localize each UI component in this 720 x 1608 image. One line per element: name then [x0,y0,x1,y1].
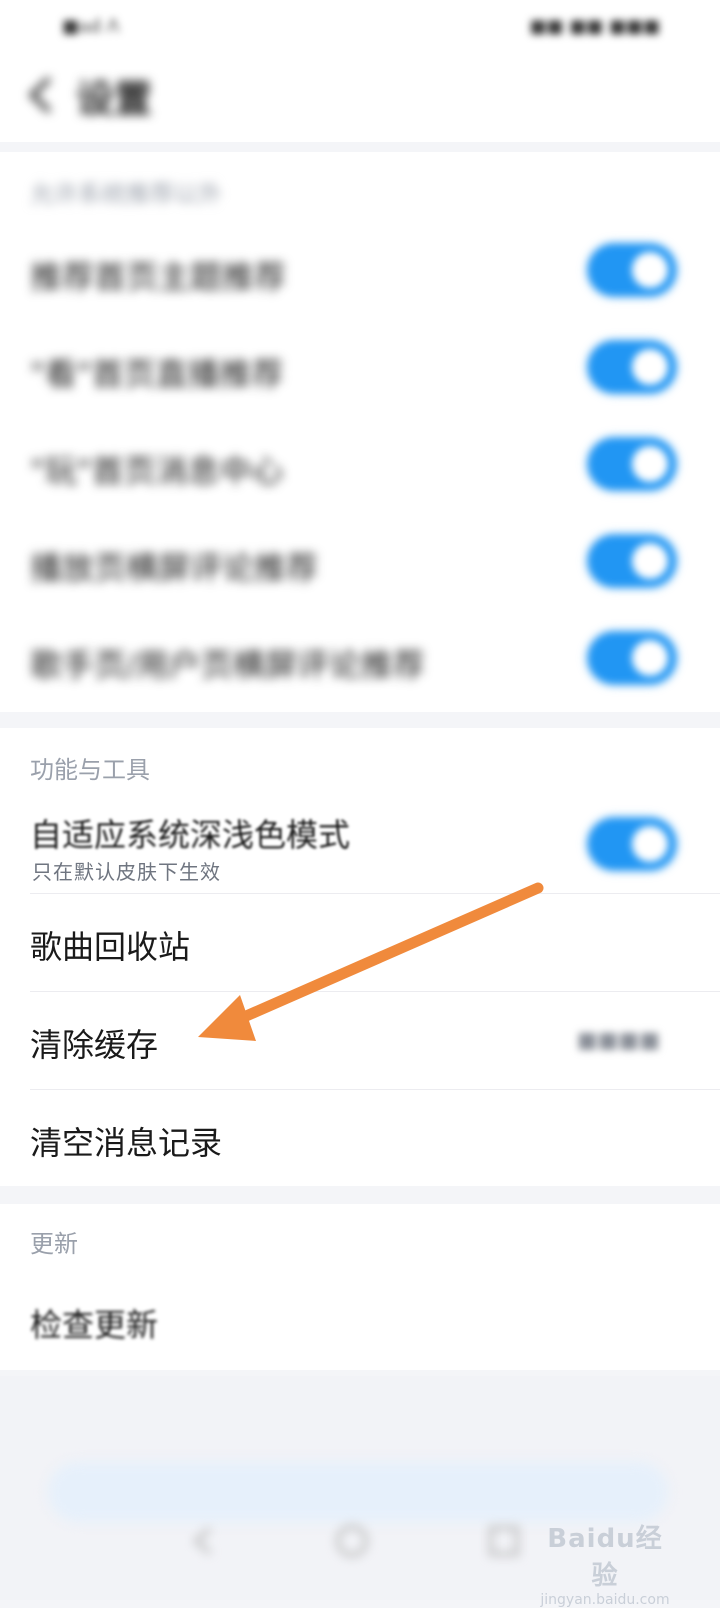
system-home-icon[interactable] [332,1521,372,1561]
section-tools: 功能与工具 自适应系统深浅色模式 只在默认皮肤下生效 歌曲回收站 清除缓存 ■■… [0,728,720,1186]
setting-label: 清空消息记录 [30,1124,223,1162]
setting-row-play-message-center[interactable]: "玩"首页消息中心 [0,416,720,513]
setting-label: 清除缓存 [30,1026,159,1064]
system-recents-icon[interactable] [484,1521,524,1561]
page-title: 设置 [76,76,153,121]
setting-row-song-recycle-bin[interactable]: 歌曲回收站 [0,894,720,991]
status-right: ■■ ■■ ■■■ [529,16,661,37]
toggle-switch[interactable] [588,244,676,296]
cache-size-value: ■■■■ [576,1028,660,1053]
toggle-switch[interactable] [588,341,676,393]
system-back-icon[interactable] [184,1521,224,1561]
status-bar: ■ad ᐱ ■■ ■■ ■■■ [0,0,720,52]
baidu-jingyan-watermark: Baidu经验 jingyan.baidu.com [540,1518,670,1608]
section-personalization: 允许系统推荐以外 推荐首页主题推荐 "看"首页直播推荐 "玩"首页消息中心 播放… [0,152,720,712]
setting-row-player-comment-recommend[interactable]: 播放页横屏评论推荐 [0,513,720,610]
setting-label: "玩"首页消息中心 [30,452,284,490]
toggle-switch[interactable] [588,438,676,490]
setting-label: 播放页横屏评论推荐 [30,549,319,587]
watermark-logo: Baidu经验 [547,1524,663,1591]
setting-label: 检查更新 [30,1306,159,1344]
setting-label: 推荐首页主题推荐 [30,258,287,296]
section-header-tools: 功能与工具 [30,756,150,784]
toggle-knob [632,252,668,288]
setting-label: 歌手页/用户页横屏评论推荐 [30,646,425,684]
setting-row-homepage-recommend[interactable]: 推荐首页主题推荐 [0,222,720,319]
section-update: 更新 检查更新 [0,1204,720,1370]
toggle-knob [632,446,668,482]
setting-label: 自适应系统深浅色模式 [30,816,351,854]
setting-row-adaptive-dark-mode[interactable]: 自适应系统深浅色模式 只在默认皮肤下生效 [0,798,720,894]
setting-row-watch-live-recommend[interactable]: "看"首页直播推荐 [0,319,720,416]
setting-row-check-update[interactable]: 检查更新 [0,1272,720,1370]
setting-row-artist-comment-recommend[interactable]: 歌手页/用户页横屏评论推荐 [0,610,720,707]
toggle-knob [632,640,668,676]
top-nav-bar: 设置 [0,52,720,142]
setting-row-clear-messages[interactable]: 清空消息记录 [0,1090,720,1186]
toggle-knob [632,349,668,385]
section-header-update: 更新 [30,1230,78,1258]
toggle-switch[interactable] [588,535,676,587]
section-header-personalization: 允许系统推荐以外 [30,180,222,208]
toggle-knob [632,826,668,862]
toggle-knob [632,543,668,579]
status-left: ■ad ᐱ [62,16,120,37]
watermark-url: jingyan.baidu.com [540,1592,670,1608]
back-arrow-icon[interactable] [22,70,62,120]
setting-row-clear-cache[interactable]: 清除缓存 ■■■■ [0,992,720,1089]
bottom-action-button[interactable] [48,1462,668,1522]
setting-label: "看"首页直播推荐 [30,355,284,393]
toggle-switch[interactable] [588,818,676,870]
setting-label: 歌曲回收站 [30,928,191,966]
setting-sublabel: 只在默认皮肤下生效 [32,860,221,884]
toggle-switch[interactable] [588,632,676,684]
